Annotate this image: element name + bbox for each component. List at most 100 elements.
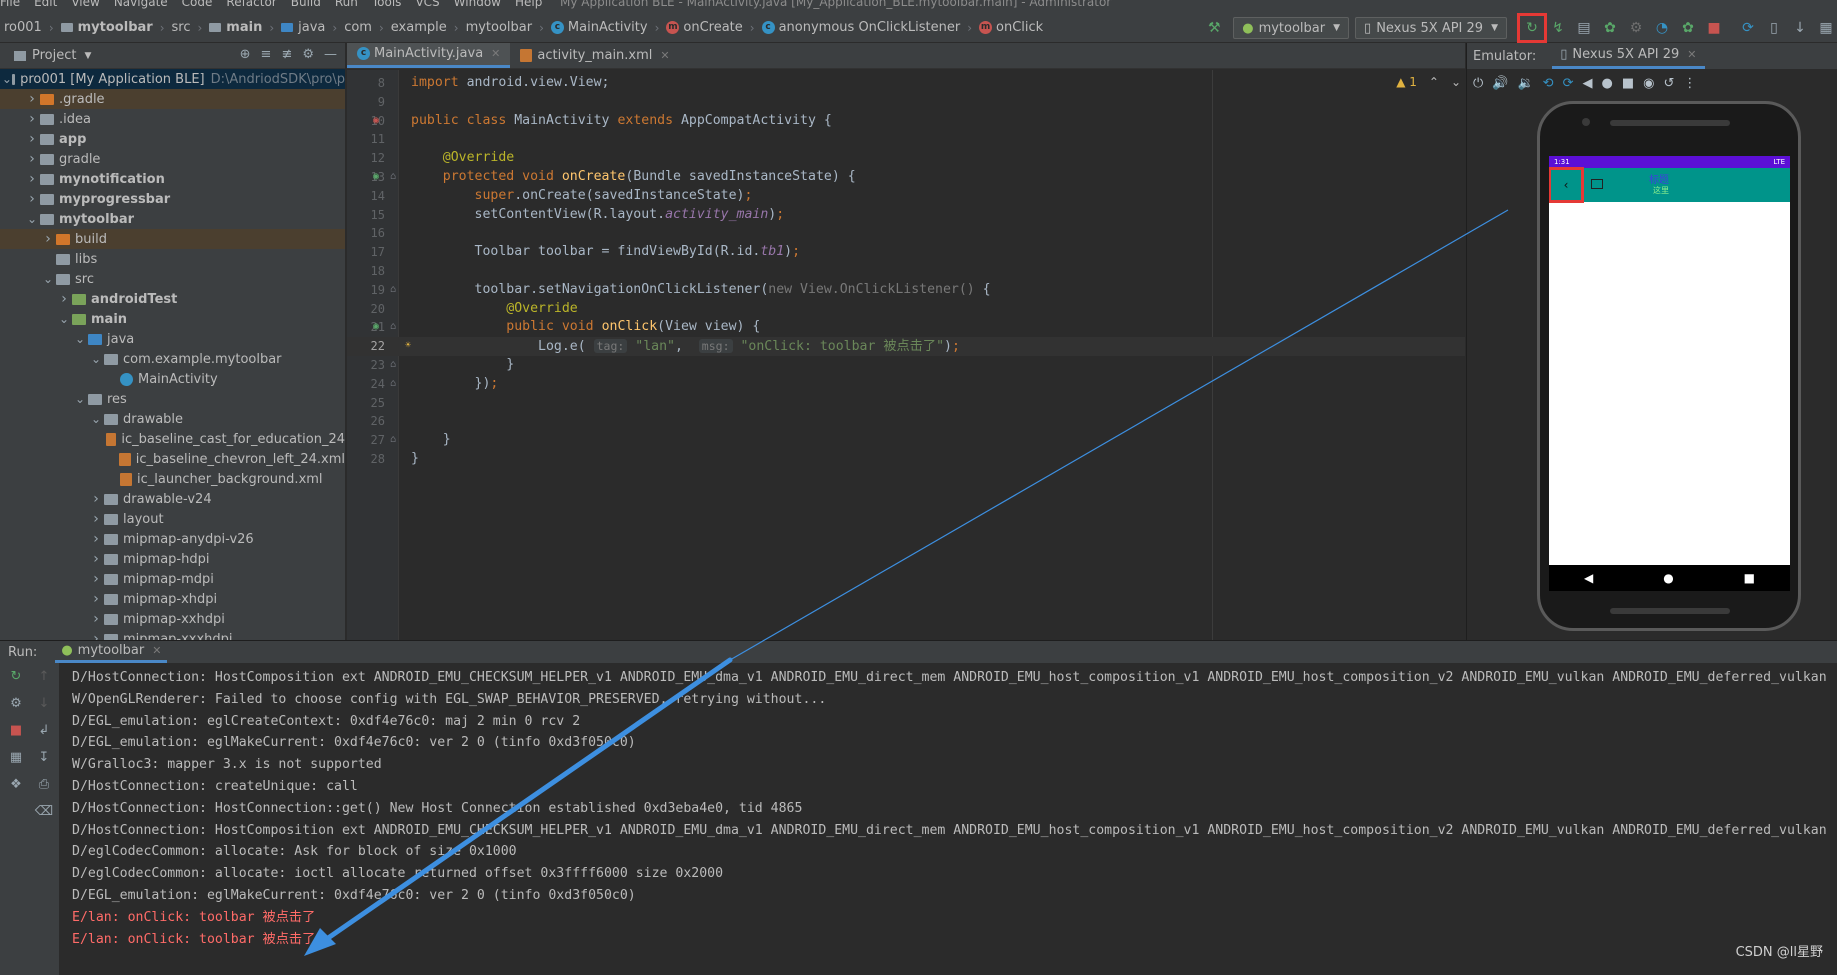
- build-hammer-icon[interactable]: ⚒: [1203, 17, 1225, 39]
- tree-node[interactable]: libs: [0, 249, 345, 269]
- tree-node[interactable]: › mipmap-hdpi: [0, 549, 345, 569]
- tree-node[interactable]: › app: [0, 129, 345, 149]
- scroll-to-end-icon[interactable]: ↧: [39, 750, 50, 765]
- home-icon[interactable]: ●: [1663, 571, 1673, 585]
- fold-icon[interactable]: ⌂: [390, 431, 396, 450]
- fold-icon[interactable]: ⌂: [390, 356, 396, 375]
- pin-icon[interactable]: ❖: [10, 777, 22, 792]
- chevron-right-icon[interactable]: ›: [24, 171, 40, 187]
- chevron-right-icon[interactable]: ›: [88, 531, 104, 547]
- menu-item[interactable]: Window: [454, 0, 501, 9]
- tree-node[interactable]: › mipmap-xxhdpi: [0, 609, 345, 629]
- tree-node[interactable]: ic_baseline_chevron_left_24.xml: [0, 449, 345, 469]
- breadcrumb-item[interactable]: mytoolbar: [464, 20, 535, 35]
- breadcrumb-item[interactable]: m onCreate: [664, 20, 744, 35]
- device-select[interactable]: ▯ Nexus 5X API 29 ▼: [1355, 17, 1507, 39]
- chevron-right-icon[interactable]: ›: [24, 191, 40, 207]
- fold-icon[interactable]: ⌂: [390, 281, 396, 300]
- menu-item[interactable]: VCS: [415, 0, 439, 9]
- fold-icon[interactable]: ⌂: [390, 375, 396, 394]
- debug-icon[interactable]: ✿: [1599, 17, 1621, 39]
- apply-code-changes-icon[interactable]: ↯: [1547, 17, 1569, 39]
- menu-item[interactable]: Navigate: [114, 0, 168, 9]
- tree-node[interactable]: › mipmap-anydpi-v26: [0, 529, 345, 549]
- chevron-right-icon[interactable]: ›: [24, 111, 40, 127]
- more-icon[interactable]: ⋮: [1683, 76, 1696, 91]
- inspection-widget[interactable]: ▲ 1 ⌃ ⌄: [1396, 75, 1461, 89]
- close-icon[interactable]: ✕: [491, 47, 500, 60]
- breadcrumb-item[interactable]: m onClick: [977, 20, 1045, 35]
- code-area[interactable]: 8 import android.view.View; 9 10 public clas…: [347, 70, 1465, 640]
- tree-node[interactable]: ⌄ src: [0, 269, 345, 289]
- back-icon[interactable]: ◀: [1584, 571, 1593, 585]
- tab-activity-main-xml[interactable]: activity_main.xml ✕: [510, 43, 679, 68]
- menu-item[interactable]: File: [0, 0, 20, 9]
- snapshot-icon[interactable]: ↺: [1663, 76, 1674, 91]
- tree-node[interactable]: ⌄ res: [0, 389, 345, 409]
- close-icon[interactable]: ✕: [1687, 48, 1696, 61]
- android-debug-icon[interactable]: ✿: [1677, 17, 1699, 39]
- device-screen[interactable]: 1:31 LTE ‹ 标题 这里 ◀ ● ■: [1549, 156, 1790, 591]
- hide-icon[interactable]: —: [324, 47, 337, 62]
- volume-up-icon[interactable]: 🔊: [1492, 76, 1508, 91]
- class-run-icon[interactable]: ◉: [373, 112, 379, 131]
- override-icon[interactable]: ◉: [373, 168, 379, 187]
- tree-node[interactable]: › mipmap-mdpi: [0, 569, 345, 589]
- chevron-right-icon[interactable]: ›: [56, 291, 72, 307]
- sdk-manager-icon[interactable]: ↓: [1789, 17, 1811, 39]
- tree-node[interactable]: › mynotification: [0, 169, 345, 189]
- menu-item[interactable]: View: [71, 0, 99, 9]
- apply-changes-restart-icon[interactable]: ↻: [1517, 13, 1547, 43]
- avd-manager-icon[interactable]: ▯: [1763, 17, 1785, 39]
- breadcrumb-item[interactable]: ro001: [2, 20, 44, 35]
- breadcrumb-item[interactable]: java: [279, 20, 327, 35]
- chevron-down-icon[interactable]: ⌄: [2, 72, 12, 86]
- tree-node[interactable]: › androidTest: [0, 289, 345, 309]
- arrow-down-icon[interactable]: ↓: [39, 696, 50, 711]
- wrench-icon[interactable]: ⚙: [10, 696, 22, 711]
- chevron-right-icon[interactable]: ›: [24, 91, 40, 107]
- chevron-right-icon[interactable]: ›: [88, 491, 104, 507]
- tree-node[interactable]: › mipmap-xhdpi: [0, 589, 345, 609]
- rerun-icon[interactable]: ↻: [11, 669, 22, 684]
- sync-gradle-icon[interactable]: ⟳: [1737, 17, 1759, 39]
- menu-item[interactable]: Code: [182, 0, 213, 9]
- console-output[interactable]: D/HostConnection: HostComposition ext AN…: [72, 667, 1837, 975]
- chevron-down-icon[interactable]: ⌄: [88, 352, 104, 366]
- screenshot-icon[interactable]: ◉: [1643, 76, 1654, 91]
- tree-node[interactable]: ⌄ drawable: [0, 409, 345, 429]
- chevron-right-icon[interactable]: ›: [88, 551, 104, 567]
- menu-item[interactable]: Build: [291, 0, 321, 9]
- chevron-right-icon[interactable]: ›: [88, 511, 104, 527]
- toolbar-navigation-button[interactable]: ‹: [1549, 167, 1584, 203]
- menu-item[interactable]: Tools: [372, 0, 402, 9]
- lightbulb-icon[interactable]: ☀: [405, 337, 411, 356]
- breadcrumb-item[interactable]: example: [389, 20, 449, 35]
- trash-icon[interactable]: ⌫: [35, 804, 53, 819]
- locate-icon[interactable]: ⊕: [240, 47, 251, 62]
- breadcrumb-item[interactable]: c MainActivity: [549, 20, 650, 35]
- menu-item[interactable]: Run: [335, 0, 358, 9]
- run-tab[interactable]: ● mytoolbar ✕: [55, 641, 168, 663]
- tree-node[interactable]: ⌄ com.example.mytoolbar: [0, 349, 345, 369]
- home-icon[interactable]: ●: [1601, 76, 1612, 91]
- tree-node[interactable]: ic_launcher_background.xml: [0, 469, 345, 489]
- rotate-left-icon[interactable]: ⟲: [1543, 76, 1554, 91]
- chevron-right-icon[interactable]: ›: [88, 571, 104, 587]
- breadcrumb-item[interactable]: main: [207, 20, 264, 35]
- attach-debugger-icon[interactable]: ◔: [1651, 17, 1673, 39]
- breadcrumb-item[interactable]: com: [342, 20, 374, 35]
- back-icon[interactable]: ◀: [1582, 76, 1592, 91]
- breadcrumb-item[interactable]: src: [170, 20, 193, 35]
- tree-node[interactable]: › .gradle: [0, 89, 345, 109]
- chevron-right-icon[interactable]: ›: [24, 131, 40, 147]
- menu-item[interactable]: Refactor: [226, 0, 276, 9]
- run-with-coverage-icon[interactable]: ▤: [1573, 17, 1595, 39]
- menu-item[interactable]: Edit: [34, 0, 57, 9]
- gear-icon[interactable]: ⚙: [302, 47, 314, 62]
- rotate-right-icon[interactable]: ⟳: [1563, 76, 1574, 91]
- stop-icon[interactable]: ■: [1703, 17, 1725, 39]
- tree-node[interactable]: ic_baseline_cast_for_education_24: [0, 429, 345, 449]
- profile-icon[interactable]: ⚙: [1625, 17, 1647, 39]
- project-view-select[interactable]: Project: [32, 48, 76, 63]
